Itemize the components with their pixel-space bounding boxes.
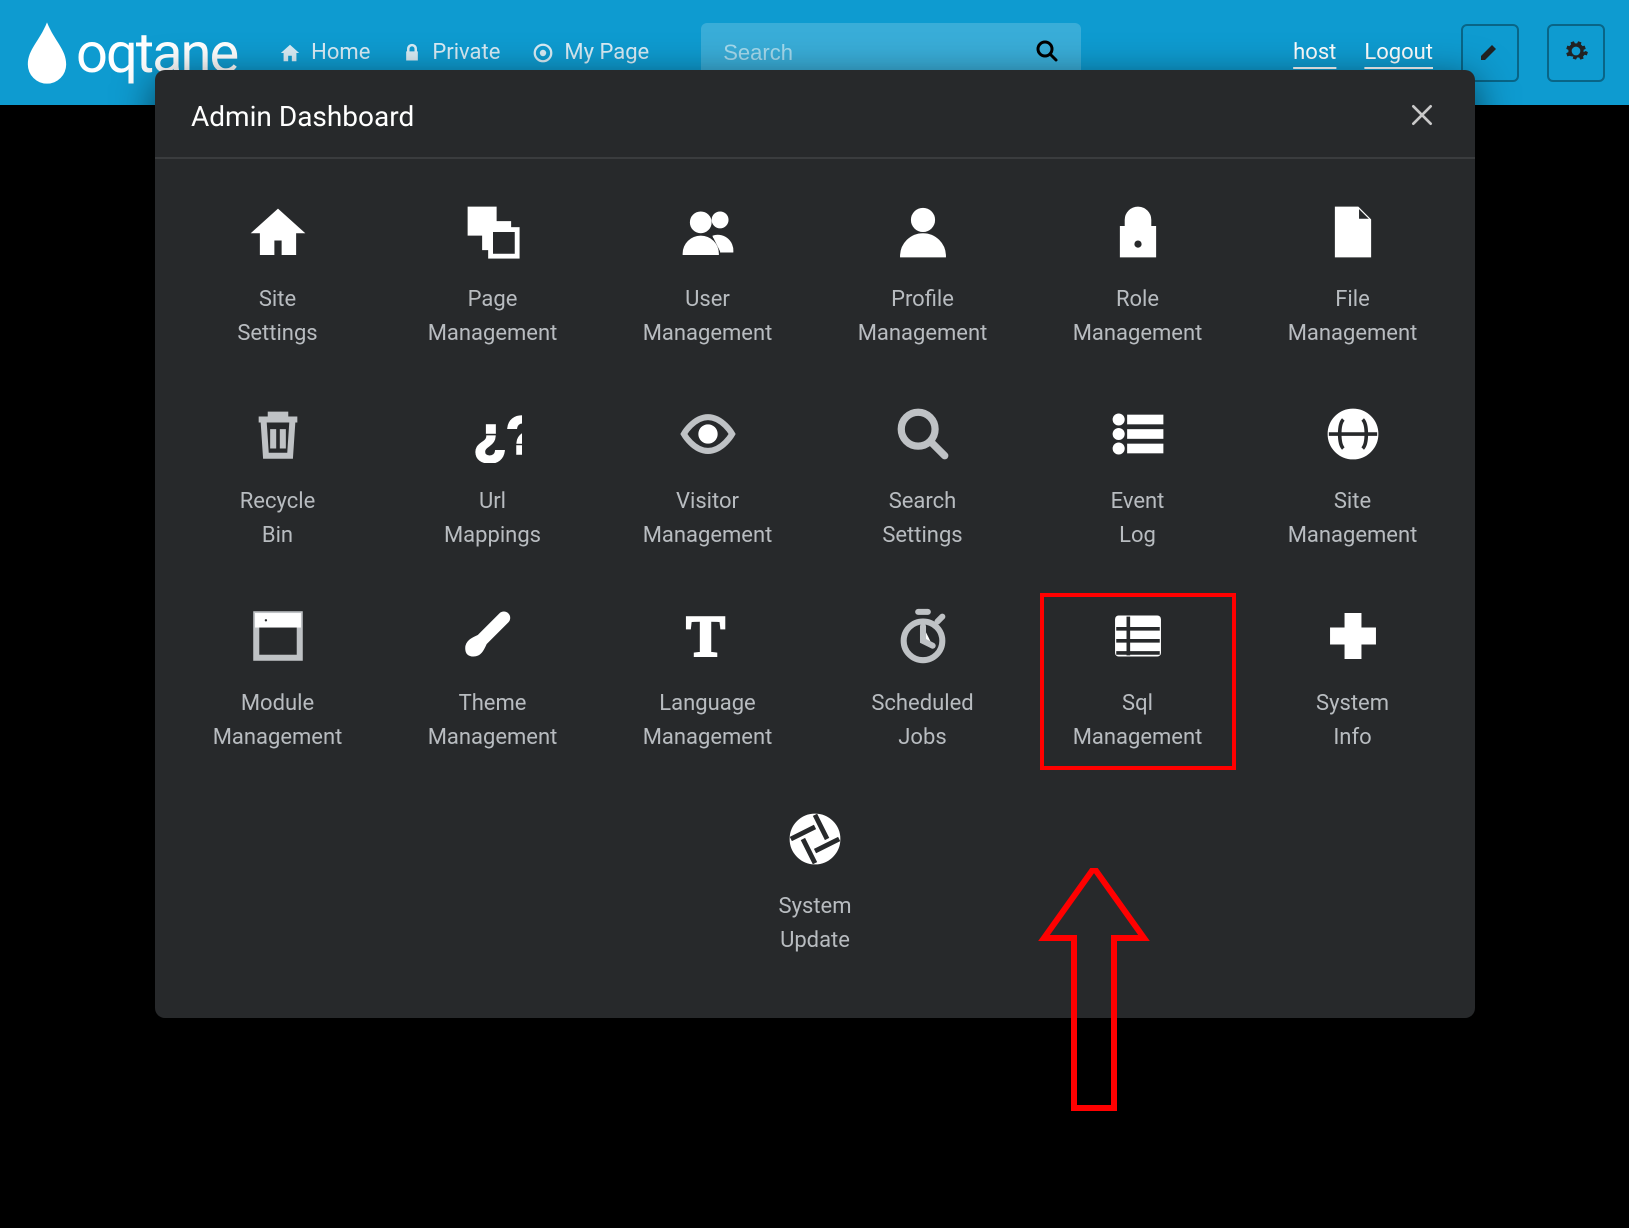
tile-search-settings[interactable]: Search Settings [833,401,1013,563]
tile-label: Page Management [428,283,558,351]
modal-header: Admin Dashboard [155,70,1475,159]
tile-label: Recycle Bin [240,485,316,553]
last-row-wrapper: System Update [615,806,1015,968]
nav-private[interactable]: Private [388,32,514,73]
tile-label: Url Mappings [444,485,541,553]
modal-title: Admin Dashboard [191,100,414,133]
tile-role-management[interactable]: Role Management [1048,199,1228,361]
stopwatch-icon [894,607,952,665]
tile-label: Site Management [1288,485,1418,553]
eye-icon [679,405,737,463]
top-nav: Home Private My Page [265,32,663,73]
settings-button[interactable] [1547,24,1605,82]
pencil-icon [1478,39,1502,66]
user-link[interactable]: host [1293,40,1336,65]
nav-mypage-label: My Page [564,40,649,65]
admin-dashboard-modal: Admin Dashboard Site Settings Page Manage… [155,70,1475,1018]
tile-label: Scheduled Jobs [871,687,973,755]
list-icon [1109,405,1167,463]
question-icon [464,405,522,463]
tile-label: Sql Management [1073,687,1203,755]
tile-language-management[interactable]: Language Management [618,603,798,765]
close-icon [1409,116,1435,131]
search-input[interactable] [723,40,1035,66]
globe-icon [1324,405,1382,463]
nav-private-label: Private [432,40,500,65]
brush-icon [464,607,522,665]
home-icon [279,42,301,64]
trash-icon [249,405,307,463]
plus-icon [1324,607,1382,665]
tile-user-management[interactable]: User Management [618,199,798,361]
tile-page-management[interactable]: Page Management [403,199,583,361]
nav-mypage[interactable]: My Page [518,32,663,73]
aperture-icon [786,810,844,868]
users-icon [679,203,737,261]
tile-site-management[interactable]: Site Management [1263,401,1443,563]
file-icon [1324,203,1382,261]
modal-body: Site Settings Page Management User Managem… [155,159,1475,1018]
tile-module-management[interactable]: Module Management [188,603,368,765]
search-icon [894,405,952,463]
nav-home-label: Home [311,40,370,65]
tile-event-log[interactable]: Event Log [1048,401,1228,563]
tile-label: System Info [1316,687,1389,755]
tile-sql-management[interactable]: Sql Management [1048,603,1228,765]
tile-label: Module Management [213,687,343,755]
type-icon [679,607,737,665]
tile-file-management[interactable]: File Management [1263,199,1443,361]
tile-system-info[interactable]: System Info [1263,603,1443,765]
tile-label: Visitor Management [643,485,773,553]
tile-label: File Management [1288,283,1418,351]
tile-label: Role Management [1073,283,1203,351]
tile-label: Site Settings [237,283,317,351]
module-icon [249,607,307,665]
tile-scheduled-jobs[interactable]: Scheduled Jobs [833,603,1013,765]
pages-icon [464,203,522,261]
logout-link[interactable]: Logout [1364,40,1433,65]
tile-visitor-management[interactable]: Visitor Management [618,401,798,563]
tile-site-settings[interactable]: Site Settings [188,199,368,361]
target-icon [532,42,554,64]
lock-fill-icon [1109,203,1167,261]
tile-system-update[interactable]: System Update [725,806,905,968]
tile-label: System Update [779,890,852,958]
tile-label: Event Log [1111,485,1165,553]
tile-label: Search Settings [882,485,962,553]
nav-home[interactable]: Home [265,32,384,73]
tile-label: User Management [643,283,773,351]
tile-url-mappings[interactable]: Url Mappings [403,401,583,563]
tile-label: Profile Management [858,283,988,351]
user-icon [894,203,952,261]
tile-profile-management[interactable]: Profile Management [833,199,1013,361]
tile-label: Language Management [643,687,773,755]
tile-theme-management[interactable]: Theme Management [403,603,583,765]
gear-icon [1563,38,1589,67]
tiles-grid: Site Settings Page Management User Managem… [185,199,1445,968]
table-icon [1109,607,1167,665]
home-fill-icon [249,203,307,261]
tile-label: Theme Management [428,687,558,755]
lock-icon [402,43,422,63]
search-icon[interactable] [1035,39,1059,67]
tile-recycle-bin[interactable]: Recycle Bin [188,401,368,563]
modal-close-button[interactable] [1405,98,1439,135]
